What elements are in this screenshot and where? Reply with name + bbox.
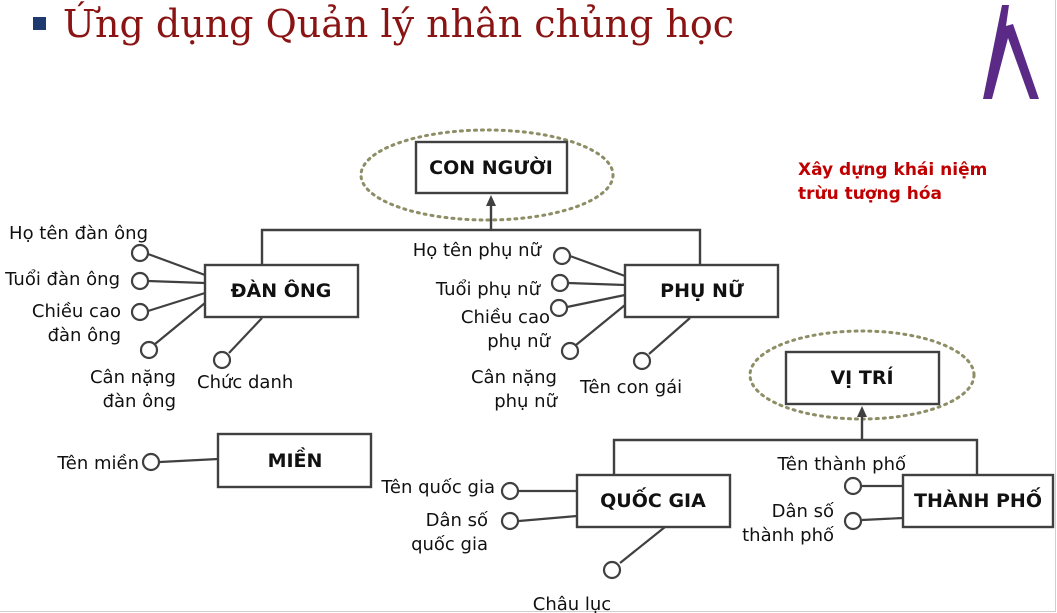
attr-label: Châu lục [533, 594, 611, 613]
attr-label: Cân nặng phụ nữ [471, 367, 559, 412]
attr-label: Tuổi phụ nữ [435, 279, 542, 300]
svg-text:ĐÀN ÔNG: ĐÀN ÔNG [231, 278, 332, 302]
attr-label: Dân số quốc gia [411, 510, 488, 555]
svg-text:THÀNH PHỐ: THÀNH PHỐ [914, 486, 1042, 512]
attr-label: Chiều cao phụ nữ [461, 307, 552, 352]
attr-label: Cân nặng đàn ông [90, 367, 176, 412]
attr-label: Dân số thành phố [742, 501, 834, 546]
attr-label: Họ tên phụ nữ [413, 240, 543, 261]
attr-label: Chiều cao đàn ông [32, 301, 121, 346]
svg-text:MIỀN: MIỀN [268, 446, 323, 472]
attr-label: Tên con gái [579, 377, 682, 398]
entity-thanh-pho: THÀNH PHỐ [901, 473, 1055, 529]
svg-text:QUỐC GIA: QUỐC GIA [600, 486, 706, 512]
svg-text:PHỤ NỮ: PHỤ NỮ [660, 278, 744, 302]
entity-quoc-gia: QUỐC GIA [575, 473, 732, 529]
attr-label: Tuổi đàn ông [4, 269, 120, 290]
svg-text:VỊ TRÍ: VỊ TRÍ [830, 366, 893, 389]
er-diagram: CON NGƯỜI ĐÀN ÔNG PHỤ NỮ MIỀN VỊ TRÍ QUỐ… [4, 128, 1055, 613]
attr-label: Tên thành phố [776, 454, 906, 475]
attr-label: Tên miền [56, 453, 139, 474]
entity-phu-nu: PHỤ NỮ [623, 263, 780, 319]
entity-vi-tri: VỊ TRÍ [784, 350, 941, 406]
entity-dan-ong: ĐÀN ÔNG [203, 263, 360, 319]
entity-con-nguoi: CON NGƯỜI [414, 140, 569, 195]
attr-label: Chức danh [197, 372, 293, 393]
svg-text:CON NGƯỜI: CON NGƯỜI [429, 155, 553, 179]
attr-label: Họ tên đàn ông [9, 223, 148, 244]
entity-mien: MIỀN [216, 432, 373, 489]
attr-label: Tên quốc gia [380, 477, 495, 498]
